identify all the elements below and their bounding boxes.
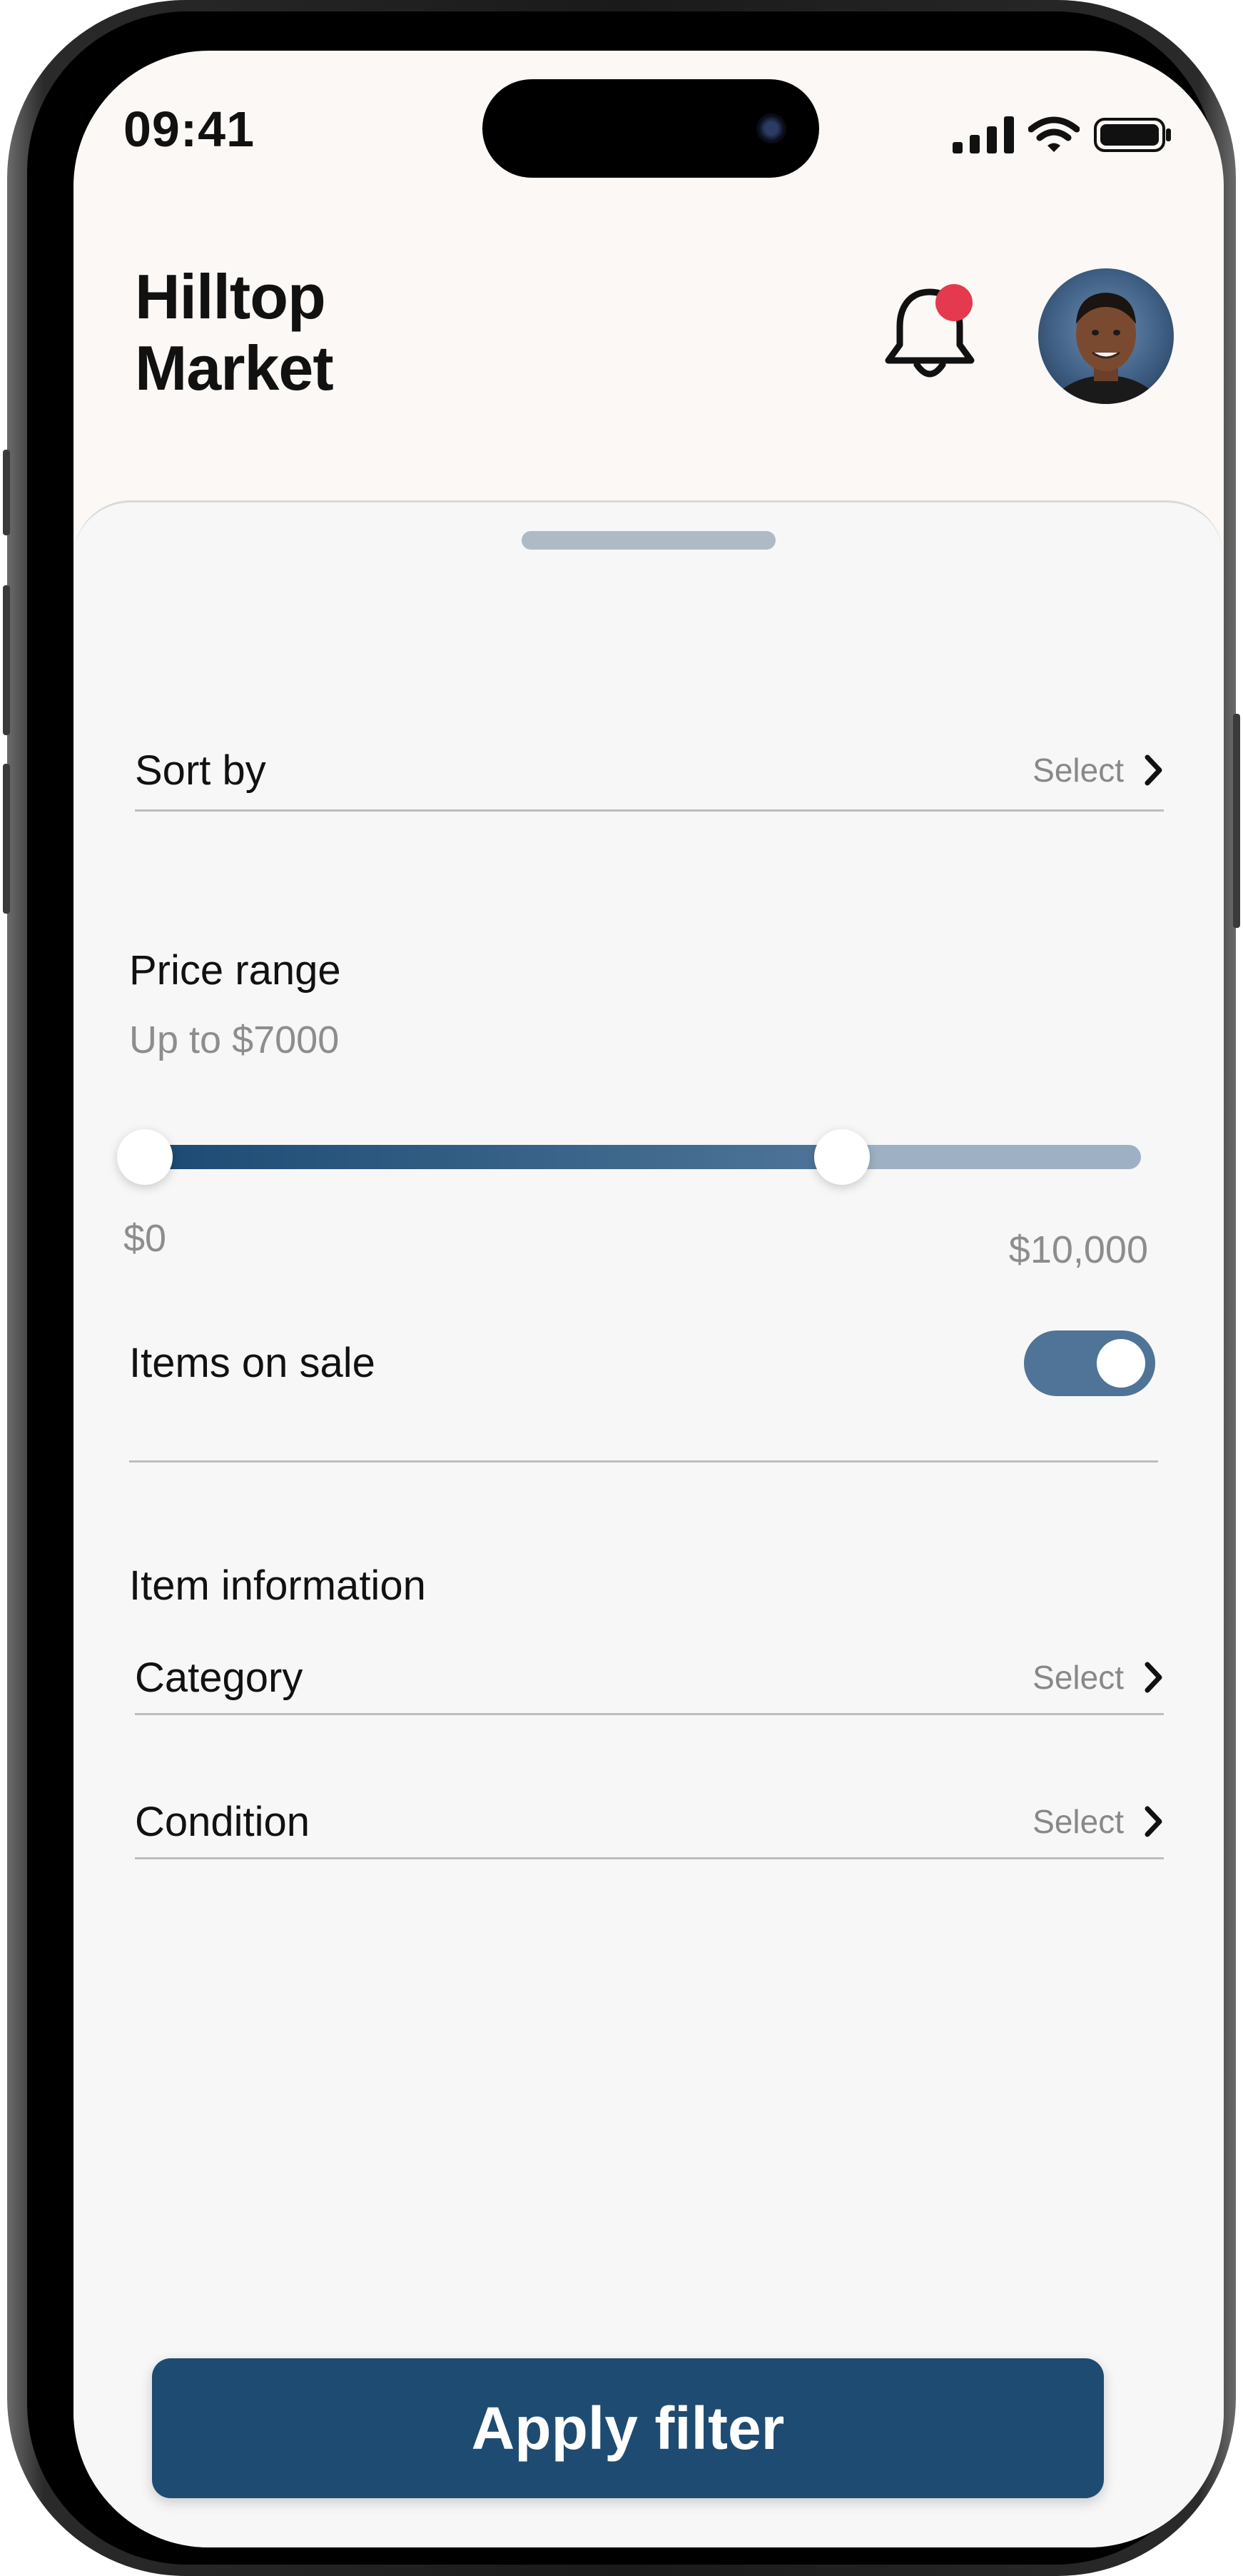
category-label: Category [135,1654,303,1701]
dynamic-island [482,79,819,178]
chevron-right-icon [1145,754,1162,786]
chevron-right-icon [1145,1806,1162,1837]
price-slider-min-handle[interactable] [117,1129,173,1185]
profile-photo-icon [1051,293,1161,404]
condition-select-text: Select [1033,1803,1124,1840]
toggle-knob [1097,1339,1145,1388]
items-on-sale-toggle[interactable] [1024,1330,1155,1396]
app-title-line2: Market [135,333,334,403]
price-slider-max-handle[interactable] [814,1129,871,1185]
volume-down-button [3,764,10,914]
condition-label: Condition [135,1798,310,1845]
notification-badge [935,284,973,321]
category-row[interactable]: Category Select [135,1642,1164,1715]
divider [129,1460,1158,1463]
category-select-text: Select [1033,1659,1124,1696]
volume-up-button [3,585,10,735]
price-max-label: $10,000 [1008,1228,1148,1271]
avatar[interactable] [1038,268,1174,404]
items-on-sale-label: Items on sale [129,1340,375,1386]
price-slider-fill [145,1145,843,1169]
app-title-line1: Hilltop [135,261,326,332]
apply-filter-button[interactable]: Apply filter [152,2358,1104,2498]
battery-icon [1094,118,1171,152]
power-button [1233,714,1240,928]
sort-by-row[interactable]: Sort by Select [135,731,1164,812]
status-time: 09:41 [123,101,255,157]
screen: 09:41 Hilltop Market Sort by Select Pric… [73,51,1224,2547]
category-select[interactable]: Select [1033,1658,1164,1697]
item-information-title: Item information [129,1562,426,1609]
chevron-right-icon [1145,1662,1162,1693]
app-title: Hilltop Market [135,261,334,404]
bezel: 09:41 Hilltop Market Sort by Select Pric… [27,11,1224,2565]
sort-by-select-text: Select [1033,752,1124,789]
camera-icon [756,113,786,143]
signal-icon [953,116,1014,153]
price-min-label: $0 [123,1217,167,1260]
condition-select[interactable]: Select [1033,1802,1164,1841]
price-range-title: Price range [129,947,341,994]
condition-row[interactable]: Condition Select [135,1786,1164,1859]
sheet-drag-handle[interactable] [522,531,776,550]
status-icons [953,115,1172,155]
filter-sheet: Sort by Select Price range Up to $7000 $… [73,500,1224,2547]
price-range-subtitle: Up to $7000 [129,1019,340,1061]
sort-by-label: Sort by [135,747,266,794]
phone-frame: 09:41 Hilltop Market Sort by Select Pric… [3,0,1240,2576]
price-slider[interactable] [117,1129,1141,1185]
sort-by-select[interactable]: Select [1033,751,1164,789]
mute-switch [3,450,10,535]
wifi-icon [1028,116,1080,152]
